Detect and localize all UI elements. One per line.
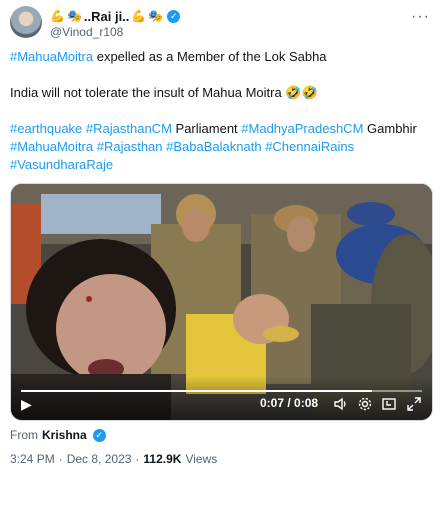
hashtag-link[interactable]: #earthquake: [10, 121, 82, 136]
flexed-biceps-emoji: 💪: [131, 9, 147, 23]
source-label: From: [10, 428, 38, 442]
tweet-date[interactable]: Dec 8, 2023: [67, 452, 132, 466]
author-handle[interactable]: @Vinod_r108: [50, 25, 123, 39]
masks-emoji: 🎭: [66, 9, 82, 23]
tweet-meta: 3:24 PM · Dec 8, 2023 · 112.9K Views: [10, 452, 217, 466]
flexed-biceps-emoji: 💪: [50, 9, 65, 23]
tweet-line-2: India will not tolerate the insult of Ma…: [10, 84, 430, 102]
tweet-line-2-text: India will not tolerate the insult of Ma…: [10, 85, 286, 100]
fullscreen-icon[interactable]: [405, 396, 423, 412]
tweet-line-1-text: expelled as a Member of the Lok Sabha: [93, 49, 327, 64]
views-label: Views: [185, 452, 218, 466]
settings-icon[interactable]: [356, 396, 374, 412]
video-progress-bar[interactable]: [21, 390, 422, 392]
source-name[interactable]: Krishna: [42, 428, 87, 442]
source-attribution: From Krishna ✓: [10, 428, 106, 442]
verified-badge-icon: ✓: [167, 9, 181, 23]
hashtag-link[interactable]: #VasundharaRaje: [10, 157, 113, 172]
masks-emoji: 🎭: [148, 9, 164, 23]
hashtag-link[interactable]: #MahuaMoitra: [10, 49, 93, 64]
hashtags-block: #earthquake #RajasthanCM Parliament #Mad…: [10, 120, 430, 174]
tweet-line-1: #MahuaMoitra expelled as a Member of the…: [10, 48, 430, 66]
avatar[interactable]: [10, 6, 42, 38]
tweet-header: 💪 🎭 ..Rai ji.. 💪 🎭 ✓ @Vinod_r108 ···: [10, 6, 432, 42]
laughing-emoji: 🤣🤣: [285, 85, 318, 100]
video-player[interactable]: ▶ 0:07 / 0:08: [10, 183, 433, 421]
play-icon[interactable]: ▶: [21, 396, 37, 412]
video-controls: ▶ 0:07 / 0:08: [11, 376, 432, 420]
hashtag-link[interactable]: #MahuaMoitra: [10, 139, 93, 154]
more-options-icon[interactable]: ···: [411, 8, 430, 26]
picture-in-picture-icon[interactable]: [380, 396, 398, 412]
meta-separator: ·: [135, 452, 140, 466]
views-count: 112.9K: [143, 452, 182, 466]
hashtag-link[interactable]: #BabaBalaknath: [166, 139, 261, 154]
plain-text: Parliament: [171, 121, 242, 136]
author-display-name[interactable]: ..Rai ji..: [84, 9, 130, 24]
video-time: 0:07 / 0:08: [260, 396, 319, 410]
hashtag-link[interactable]: #RajasthanCM: [86, 121, 172, 136]
tweet-text: #MahuaMoitra expelled as a Member of the…: [10, 48, 430, 174]
meta-separator: ·: [58, 452, 63, 466]
tweet-time[interactable]: 3:24 PM: [10, 452, 55, 466]
hashtag-link[interactable]: #Rajasthan: [97, 139, 163, 154]
volume-icon[interactable]: [332, 396, 350, 412]
hashtag-link[interactable]: #MadhyaPradeshCM: [241, 121, 363, 136]
author-name-row[interactable]: 💪 🎭 ..Rai ji.. 💪 🎭 ✓: [50, 8, 181, 24]
verified-badge-icon: ✓: [92, 428, 106, 442]
hashtag-link[interactable]: #ChennaiRains: [265, 139, 354, 154]
plain-text: Gambhir: [363, 121, 417, 136]
video-progress-fill: [21, 390, 372, 392]
